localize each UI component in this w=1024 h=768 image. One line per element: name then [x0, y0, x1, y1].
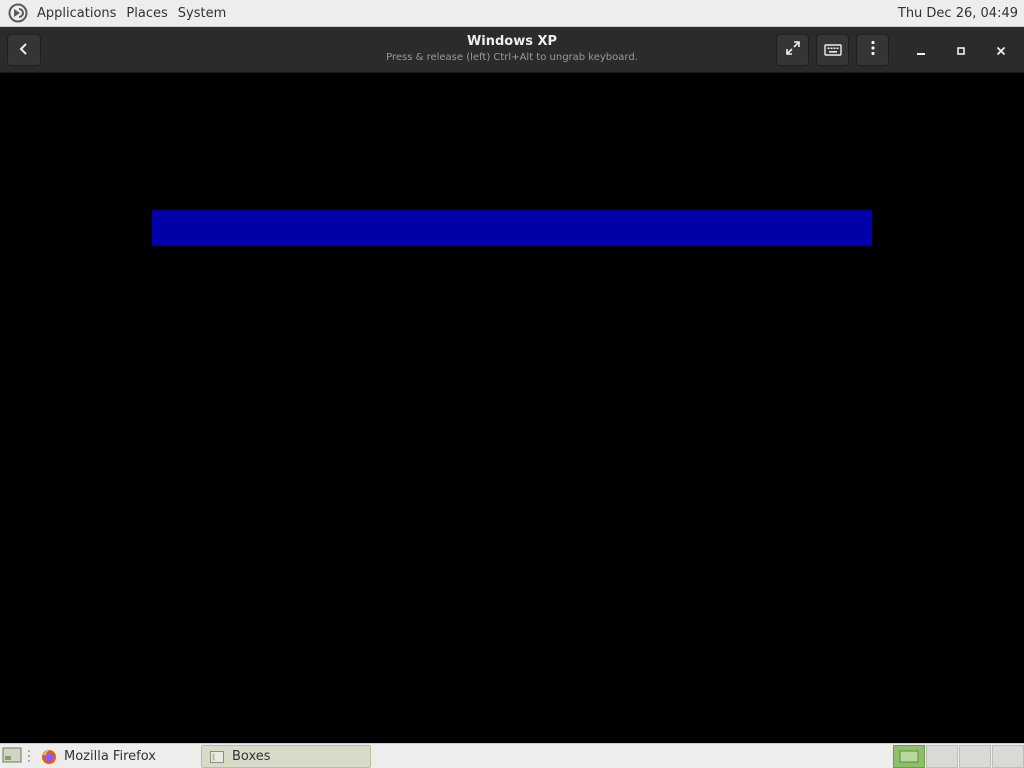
kebab-menu-icon	[870, 40, 875, 60]
applications-menu[interactable]: Applications	[32, 0, 121, 27]
fullscreen-button[interactable]	[776, 34, 809, 66]
vm-blue-bar	[152, 210, 872, 246]
task-firefox[interactable]: Mozilla Firefox	[34, 745, 200, 768]
top-panel: Applications Places System Thu Dec 26, 0…	[0, 0, 1024, 27]
clock[interactable]: Thu Dec 26, 04:49	[898, 6, 1024, 21]
window-subtitle: Press & release (left) Ctrl+Alt to ungra…	[386, 52, 638, 63]
maximize-icon	[956, 41, 966, 60]
boxes-headerbar: Windows XP Press & release (left) Ctrl+A…	[0, 27, 1024, 73]
chevron-left-icon	[18, 41, 30, 60]
maximize-button[interactable]	[948, 37, 974, 63]
bottom-panel: Mozilla Firefox Boxes	[0, 743, 1024, 768]
workspace-4[interactable]	[992, 745, 1024, 768]
minimize-button[interactable]	[908, 37, 934, 63]
workspace-1[interactable]	[893, 745, 925, 768]
fullscreen-icon	[785, 40, 801, 60]
minimize-icon	[916, 41, 926, 60]
menu-button[interactable]	[856, 34, 889, 66]
back-button[interactable]	[7, 34, 41, 66]
panel-handle[interactable]	[27, 749, 31, 763]
places-menu[interactable]: Places	[121, 0, 172, 27]
task-label: Boxes	[232, 749, 271, 764]
workspace-3[interactable]	[959, 745, 991, 768]
headerbar-title-block: Windows XP Press & release (left) Ctrl+A…	[312, 34, 712, 65]
distro-logo-icon[interactable]	[8, 3, 28, 23]
close-icon	[996, 41, 1006, 60]
workspace-2[interactable]	[926, 745, 958, 768]
vm-display[interactable]	[0, 73, 1024, 743]
close-button[interactable]	[988, 37, 1014, 63]
keyboard-button[interactable]	[816, 34, 849, 66]
task-label: Mozilla Firefox	[64, 749, 156, 764]
task-boxes[interactable]: Boxes	[201, 745, 371, 768]
keyboard-icon	[823, 41, 842, 60]
boxes-icon	[208, 748, 226, 766]
system-menu[interactable]: System	[173, 0, 231, 27]
firefox-icon	[40, 748, 58, 766]
show-desktop-icon[interactable]	[2, 747, 22, 765]
window-title: Windows XP	[466, 34, 558, 49]
